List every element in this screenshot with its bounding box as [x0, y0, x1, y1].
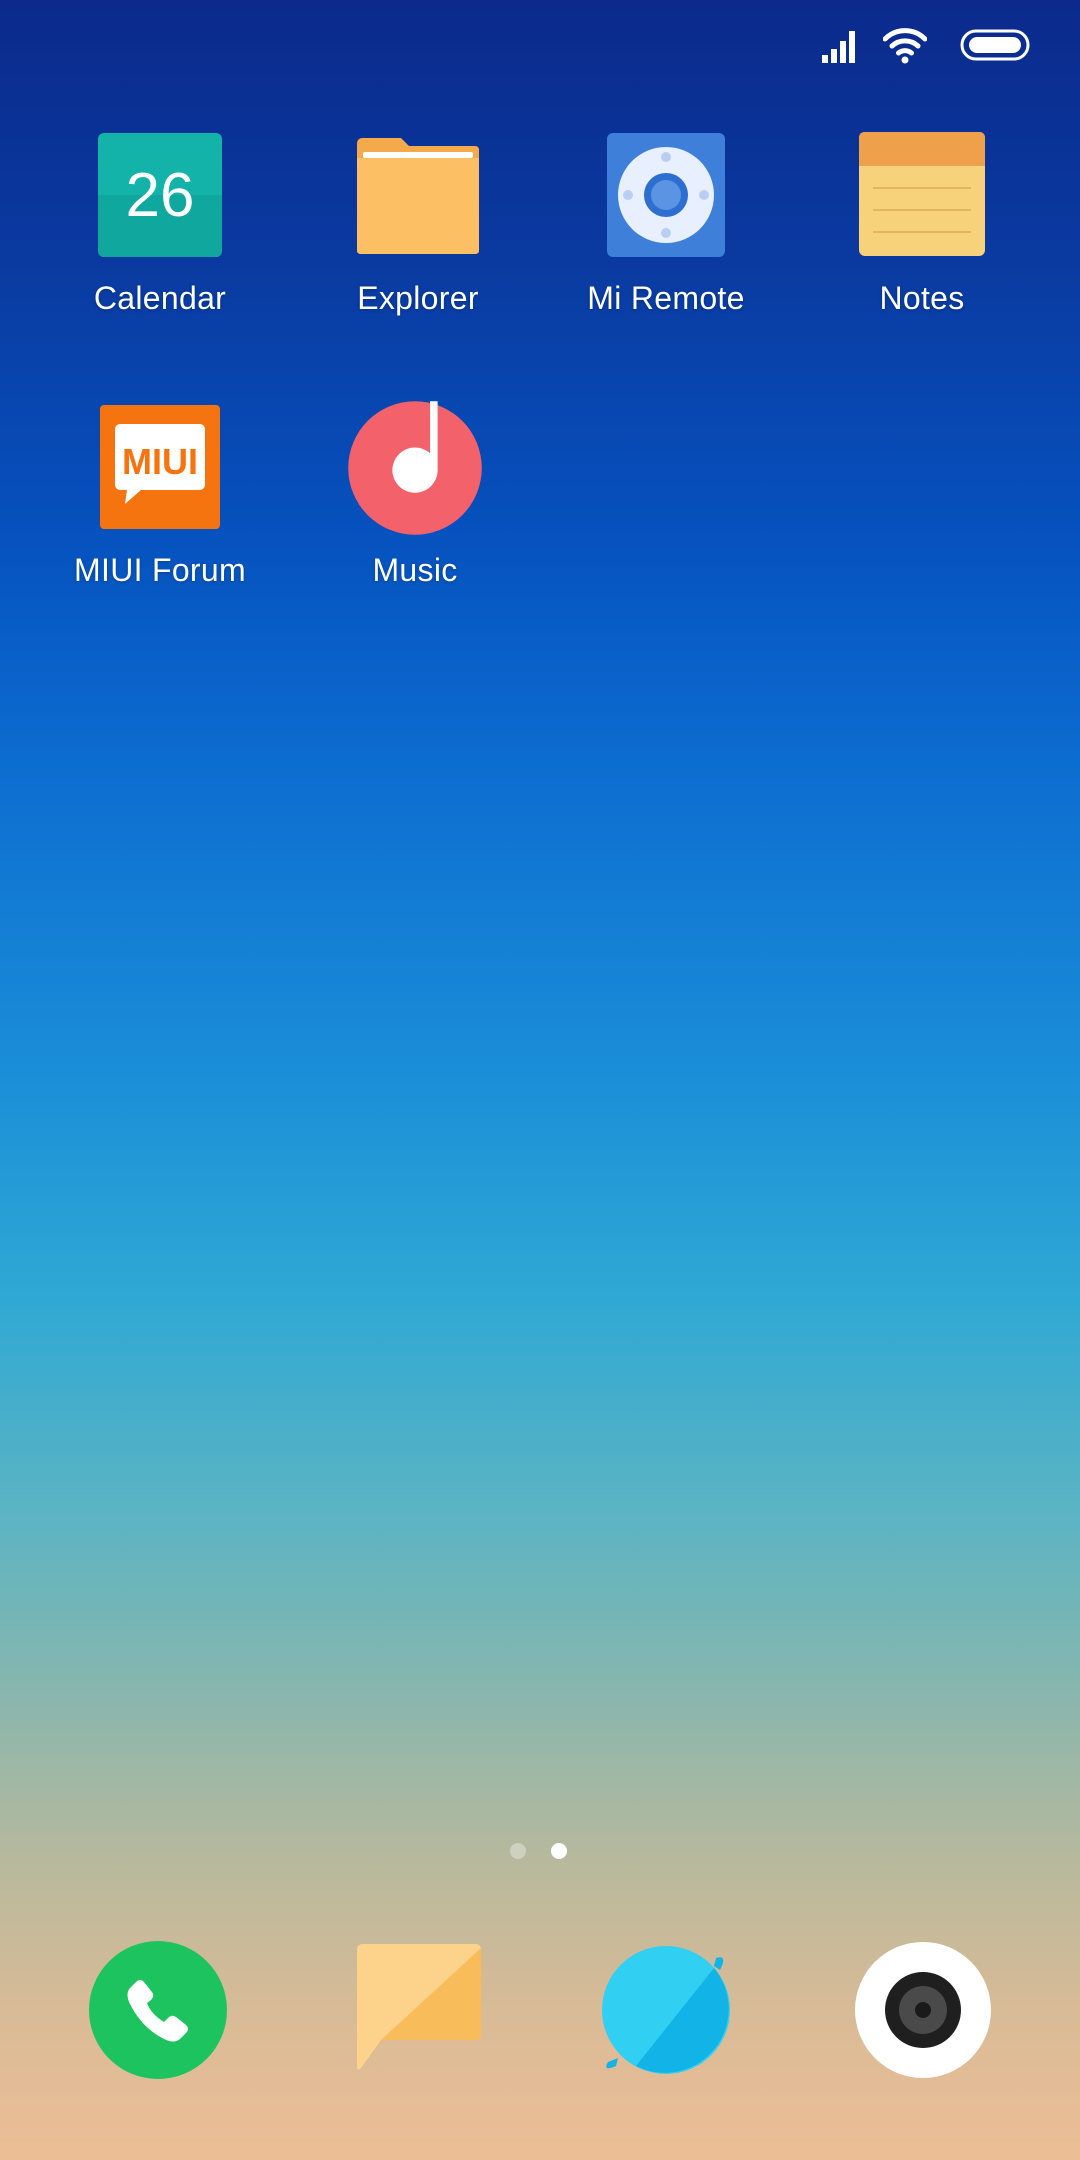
camera-icon[interactable] — [853, 1940, 993, 2080]
app-label-mi-remote: Mi Remote — [587, 280, 745, 316]
notes-icon — [859, 132, 985, 256]
app-notes[interactable]: Notes — [802, 130, 1042, 360]
remote-icon — [607, 133, 725, 257]
app-mi-remote[interactable]: Mi Remote — [546, 130, 786, 360]
page-dot-1[interactable] — [510, 1843, 526, 1859]
page-indicator — [0, 1843, 1080, 1863]
browser-icon[interactable] — [596, 1940, 736, 2080]
app-label-notes: Notes — [879, 280, 965, 316]
app-calendar[interactable]: 26 Calendar — [40, 130, 280, 360]
miui-forum-icon: MIUI — [100, 405, 220, 529]
battery-icon — [960, 29, 1030, 61]
status-bar — [780, 0, 1080, 90]
app-label-calendar: Calendar — [93, 280, 227, 316]
wifi-icon — [883, 28, 927, 64]
phone-icon[interactable] — [88, 1940, 228, 2080]
miui-logo-text: MIUI — [122, 441, 198, 482]
app-label-miui-forum: MIUI Forum — [74, 552, 246, 588]
app-miui-forum[interactable]: MIUI MIUI Forum — [40, 402, 280, 632]
app-explorer[interactable]: Explorer — [298, 130, 538, 360]
home-screen: 26 Calendar Explorer Mi Remote Notes MIU… — [0, 0, 1080, 2160]
calendar-icon: 26 — [98, 133, 222, 257]
music-icon — [348, 401, 482, 535]
messaging-icon[interactable] — [353, 1940, 493, 2080]
calendar-date: 26 — [126, 161, 195, 230]
app-label-explorer: Explorer — [357, 280, 479, 316]
folder-icon — [357, 138, 479, 254]
app-label-music: Music — [372, 552, 458, 588]
page-dot-2-active[interactable] — [551, 1843, 567, 1859]
signal-icon — [822, 31, 855, 63]
app-music[interactable]: Music — [295, 401, 535, 632]
